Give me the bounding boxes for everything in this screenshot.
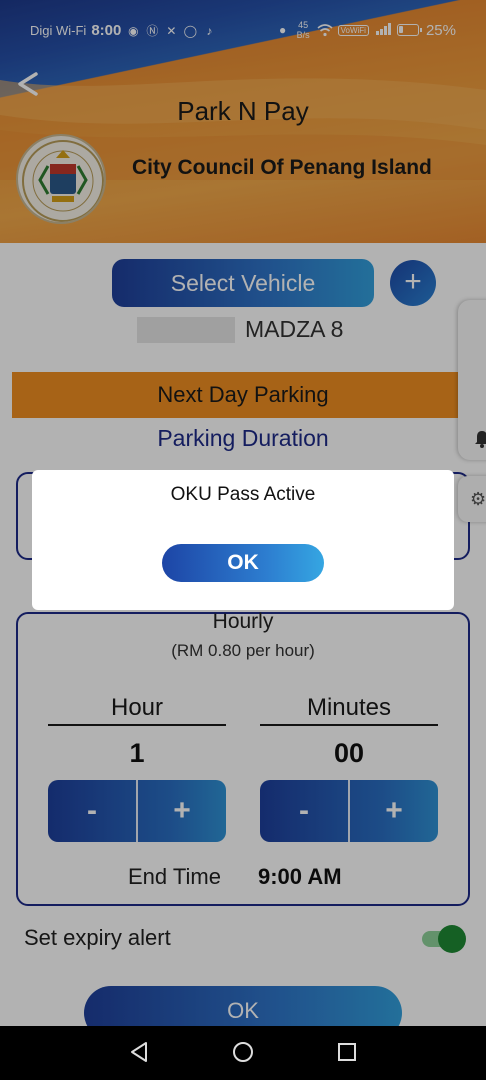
system-nav-bar [0, 1026, 486, 1080]
app-screen: Digi Wi-Fi 8:00 ◉ Ⓝ ✕ ◯ ♪ ● 45 B/s VoWiF… [0, 0, 486, 1080]
dialog-message: OKU Pass Active [170, 484, 316, 505]
oku-pass-dialog: OKU Pass Active OK [32, 470, 454, 610]
dialog-ok-button[interactable]: OK [162, 544, 324, 582]
nav-recents-icon[interactable] [335, 1040, 361, 1066]
nav-back-icon[interactable] [128, 1040, 154, 1066]
nav-home-icon[interactable] [231, 1040, 257, 1066]
